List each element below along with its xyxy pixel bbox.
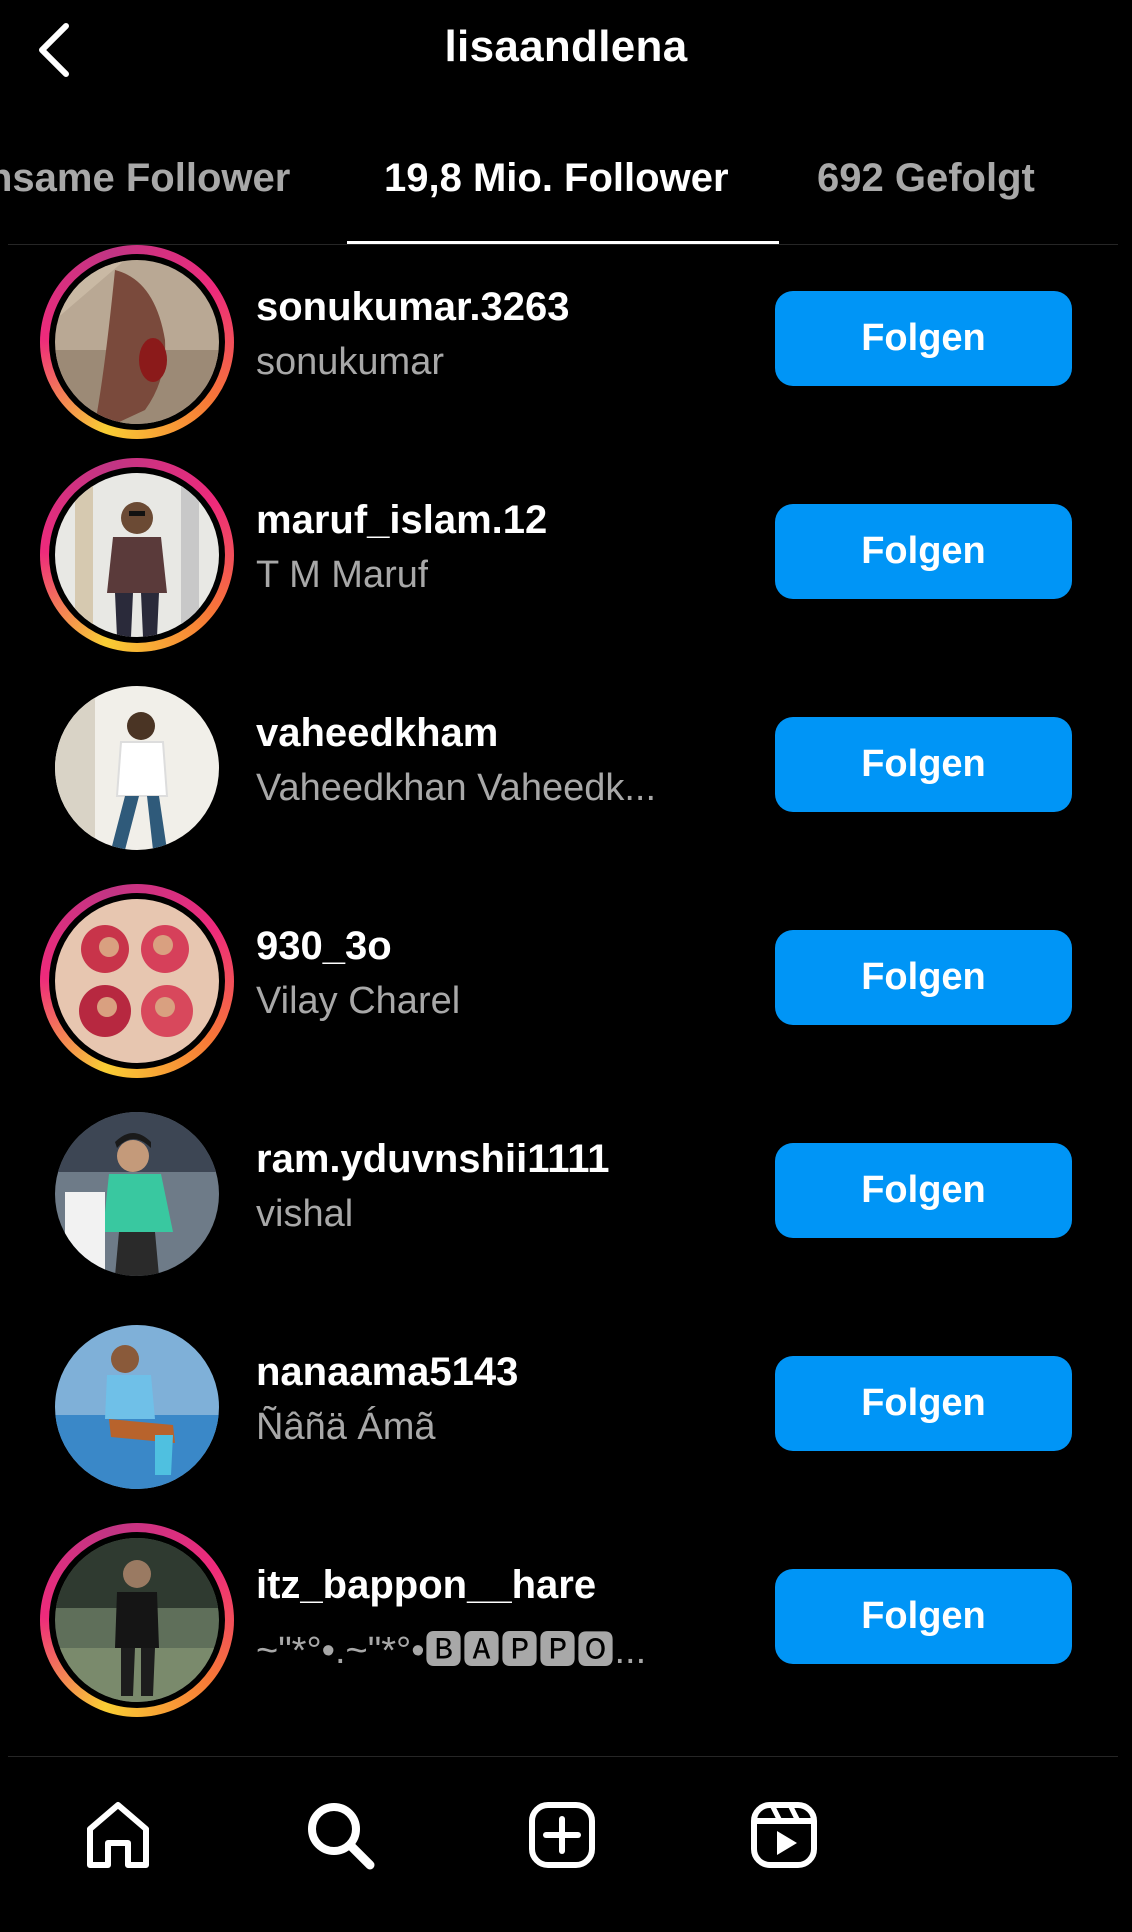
avatar-container[interactable] [40,1310,234,1504]
avatar [55,1325,219,1489]
username[interactable]: maruf_islam.12 [256,498,547,543]
bottom-nav [0,1757,1132,1932]
tab-following[interactable]: 692 Gefolgt [817,156,1035,201]
follow-button[interactable]: Folgen [775,1569,1072,1664]
username[interactable]: itz_bappon__hare [256,1563,596,1608]
avatar [55,1538,219,1702]
create-post-icon [529,1802,595,1868]
avatar-container[interactable] [40,1097,234,1291]
page-title: lisaandlena [444,22,688,71]
home-icon [87,1802,149,1868]
avatar [55,473,219,637]
list-item[interactable]: sonukumar.3263 sonukumar Folgen [0,245,1132,458]
nav-create[interactable] [522,1795,602,1875]
avatar [55,899,219,1063]
story-ring[interactable] [40,1523,234,1717]
avatar [55,686,219,850]
avatar [55,1112,219,1276]
full-name: T M Maruf [256,554,429,596]
avatar-container[interactable] [40,671,234,865]
list-item[interactable]: nanaama5143 Ñâñä Ámã Folgen [0,1310,1132,1523]
header: lisaandlena [0,0,1132,100]
full-name: Vilay Charel [256,980,461,1022]
story-ring[interactable] [40,245,234,439]
full-name: sonukumar [256,341,444,383]
follow-button[interactable]: Folgen [775,291,1072,386]
list-item[interactable]: itz_bappon__hare ~"*°•.~"*°•🅱🅰🅿🅿🅾... Fol… [0,1523,1132,1736]
username[interactable]: ram.yduvnshii1111 [256,1137,610,1182]
username[interactable]: nanaama5143 [256,1350,518,1395]
full-name: vishal [256,1193,354,1235]
tab-followers[interactable]: 19,8 Mio. Follower [384,156,729,201]
story-ring[interactable] [40,884,234,1078]
reels-icon [751,1802,817,1868]
list-item[interactable]: 930_3o Vilay Charel Folgen [0,884,1132,1097]
full-name: ~"*°•.~"*°•🅱🅰🅿🅿🅾... [256,1630,647,1672]
nav-reels[interactable] [744,1795,824,1875]
full-name: Vaheedkhan Vaheedk... [256,767,657,809]
follow-button[interactable]: Folgen [775,717,1072,812]
follow-button[interactable]: Folgen [775,930,1072,1025]
username[interactable]: 930_3o [256,924,392,969]
username[interactable]: vaheedkham [256,711,498,756]
story-ring[interactable] [40,458,234,652]
nav-search[interactable] [300,1795,380,1875]
nav-home[interactable] [78,1795,158,1875]
list-item[interactable]: vaheedkham Vaheedkhan Vaheedk... Folgen [0,671,1132,884]
follow-button[interactable]: Folgen [775,504,1072,599]
avatar [55,260,219,424]
list-item[interactable]: maruf_islam.12 T M Maruf Folgen [0,458,1132,671]
follow-tabs: nsame Follower 19,8 Mio. Follower 692 Ge… [0,140,1132,245]
list-item[interactable]: ram.yduvnshii1111 vishal Folgen [0,1097,1132,1310]
follow-button[interactable]: Folgen [775,1356,1072,1451]
search-icon [308,1803,375,1870]
full-name: Ñâñä Ámã [256,1406,436,1448]
tab-mutual-followers[interactable]: nsame Follower [0,156,290,201]
follow-button[interactable]: Folgen [775,1143,1072,1238]
username[interactable]: sonukumar.3263 [256,285,570,330]
